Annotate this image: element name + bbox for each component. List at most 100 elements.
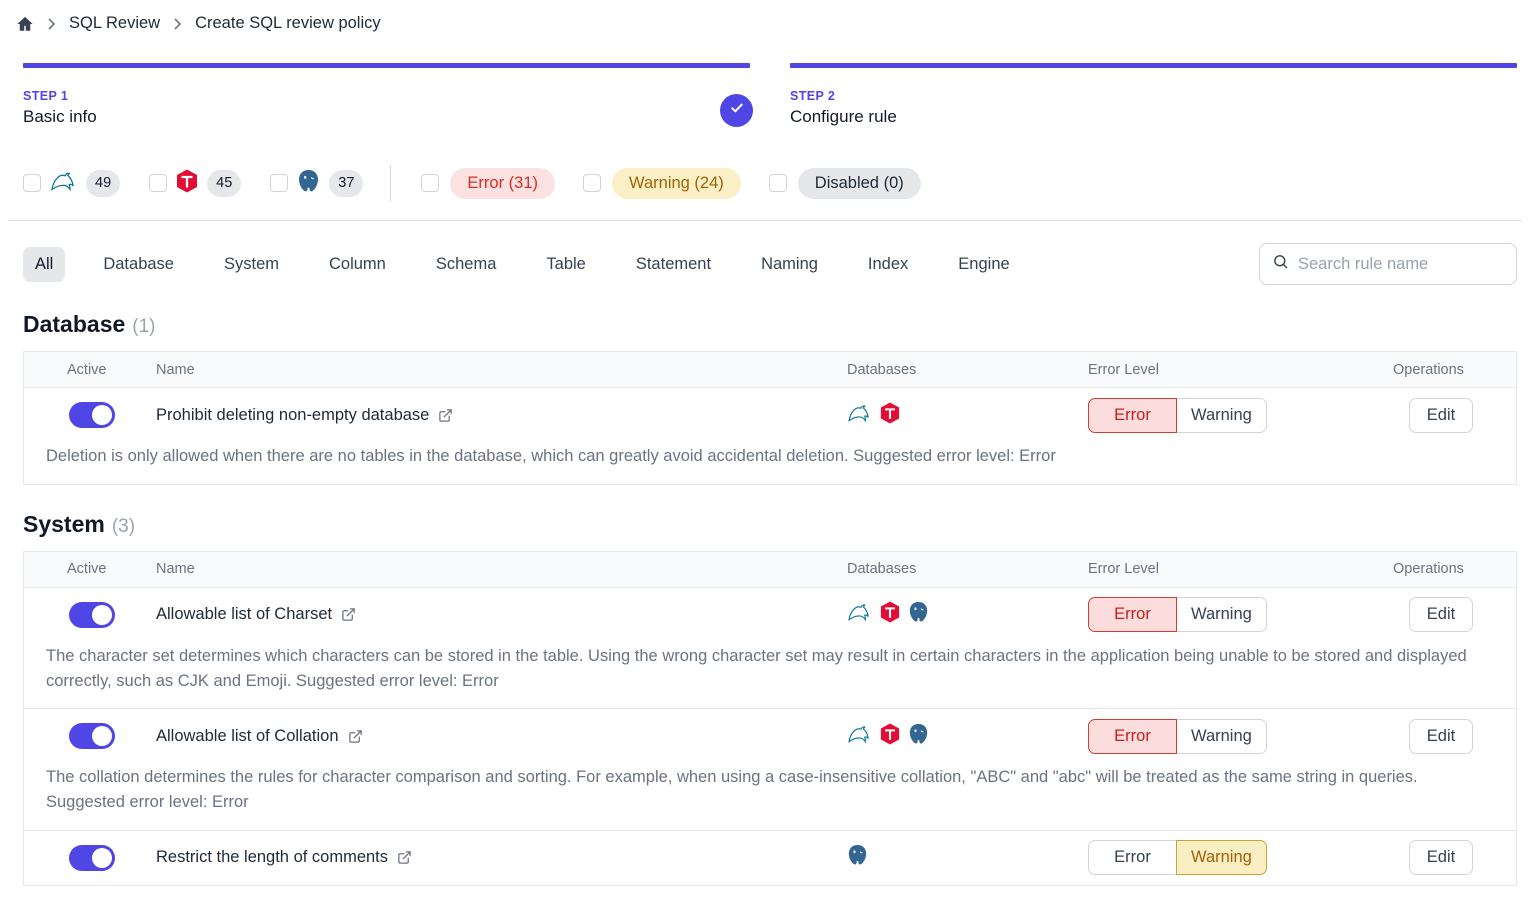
- filter-warning-level: Warning (24): [583, 168, 741, 199]
- warning-filter-pill[interactable]: Warning (24): [612, 168, 741, 199]
- tidb-icon: [880, 601, 900, 628]
- warning-level-button[interactable]: Warning: [1176, 719, 1267, 754]
- edit-button[interactable]: Edit: [1409, 597, 1473, 632]
- external-link-icon[interactable]: [397, 850, 412, 865]
- edit-button[interactable]: Edit: [1409, 840, 1473, 875]
- tab-all[interactable]: All: [23, 247, 65, 282]
- tab-statement[interactable]: Statement: [624, 247, 723, 282]
- error-level-button[interactable]: Error: [1088, 597, 1177, 632]
- disabled-filter-pill[interactable]: Disabled (0): [798, 168, 921, 199]
- step-1: STEP 1 Basic info: [23, 63, 750, 127]
- step-1-label: STEP 1: [23, 89, 750, 103]
- tab-engine[interactable]: Engine: [946, 247, 1021, 282]
- error-level-button[interactable]: Error: [1088, 840, 1177, 875]
- rule-description: The collation determines the rules for c…: [24, 763, 1516, 830]
- rule-active-toggle[interactable]: [69, 723, 115, 749]
- error-level-button[interactable]: Error: [1088, 398, 1177, 433]
- tab-system[interactable]: System: [212, 247, 291, 282]
- filter-divider: [390, 165, 391, 201]
- tab-column[interactable]: Column: [317, 247, 398, 282]
- rule-group: Allowable list of Collation Error Warnin: [24, 709, 1516, 831]
- edit-button[interactable]: Edit: [1409, 719, 1473, 754]
- warning-level-button[interactable]: Warning: [1176, 840, 1267, 875]
- error-filter-checkbox[interactable]: [421, 174, 439, 192]
- error-level-toggle: Error Warning: [1088, 398, 1370, 433]
- rule-description: Deletion is only allowed when there are …: [24, 442, 1516, 484]
- tidb-checkbox[interactable]: [149, 174, 167, 192]
- postgresql-icon: [847, 844, 868, 871]
- search-rule-box[interactable]: [1259, 243, 1517, 285]
- filter-tidb: 45: [149, 169, 241, 198]
- column-header-active: Active: [24, 362, 156, 378]
- error-filter-pill[interactable]: Error (31): [450, 168, 555, 199]
- breadcrumb-sql-review[interactable]: SQL Review: [69, 14, 160, 33]
- tab-schema[interactable]: Schema: [424, 247, 509, 282]
- postgresql-icon: [297, 169, 320, 198]
- rule-group: Restrict the length of comments Error Wa…: [24, 831, 1516, 885]
- tab-table[interactable]: Table: [534, 247, 597, 282]
- breadcrumb: SQL Review Create SQL review policy: [0, 0, 1530, 33]
- external-link-icon[interactable]: [438, 408, 453, 423]
- table-header: Active Name Databases Error Level Operat…: [24, 552, 1516, 588]
- column-header-operations: Operations: [1370, 362, 1516, 378]
- external-link-icon[interactable]: [341, 607, 356, 622]
- warning-filter-checkbox[interactable]: [583, 174, 601, 192]
- rule-active-toggle[interactable]: [69, 402, 115, 428]
- mysql-icon: [847, 403, 872, 428]
- filter-disabled-level: Disabled (0): [769, 168, 921, 199]
- step-2-progress-bar: [790, 63, 1517, 68]
- rule-group: Allowable list of Charset Error Warning: [24, 588, 1516, 710]
- column-header-error-level: Error Level: [1088, 561, 1370, 577]
- chevron-right-icon: [173, 17, 182, 31]
- filter-postgresql: 37: [270, 169, 363, 198]
- mysql-checkbox[interactable]: [23, 174, 41, 192]
- home-icon[interactable]: [16, 15, 34, 33]
- step-2-label: STEP 2: [790, 89, 1517, 103]
- step-indicator: STEP 1 Basic info STEP 2 Configure rule: [23, 63, 1517, 127]
- error-level-button[interactable]: Error: [1088, 719, 1177, 754]
- table-row: Prohibit deleting non-empty database Err…: [24, 388, 1516, 442]
- database-rules-table: Active Name Databases Error Level Operat…: [23, 351, 1517, 485]
- error-level-toggle: Error Warning: [1088, 840, 1370, 875]
- external-link-icon[interactable]: [348, 729, 363, 744]
- warning-level-button[interactable]: Warning: [1176, 597, 1267, 632]
- table-header: Active Name Databases Error Level Operat…: [24, 352, 1516, 388]
- chevron-right-icon: [47, 17, 56, 31]
- mysql-icon: [50, 170, 77, 197]
- rule-name: Prohibit deleting non-empty database: [156, 406, 429, 425]
- edit-button[interactable]: Edit: [1409, 398, 1473, 433]
- mysql-icon: [847, 724, 872, 749]
- section-title-text: System: [23, 511, 105, 537]
- table-row: Restrict the length of comments Error Wa…: [24, 831, 1516, 885]
- column-header-name: Name: [156, 362, 847, 378]
- tab-index[interactable]: Index: [856, 247, 920, 282]
- check-icon: [729, 100, 745, 121]
- rule-name: Allowable list of Charset: [156, 605, 332, 624]
- rule-active-toggle[interactable]: [69, 602, 115, 628]
- postgresql-icon: [908, 723, 929, 750]
- tidb-count-badge: 45: [207, 170, 241, 197]
- section-divider: [8, 220, 1522, 221]
- tab-naming[interactable]: Naming: [749, 247, 830, 282]
- postgresql-count-badge: 37: [329, 170, 363, 197]
- rule-active-toggle[interactable]: [69, 845, 115, 871]
- column-header-error-level: Error Level: [1088, 362, 1370, 378]
- column-header-databases: Databases: [847, 561, 1088, 577]
- section-title-database: Database(1): [23, 311, 1517, 338]
- postgresql-icon: [908, 601, 929, 628]
- rule-group: Prohibit deleting non-empty database Err…: [24, 388, 1516, 484]
- section-count: (1): [132, 316, 155, 337]
- postgresql-checkbox[interactable]: [270, 174, 288, 192]
- rule-name: Restrict the length of comments: [156, 848, 388, 867]
- disabled-filter-checkbox[interactable]: [769, 174, 787, 192]
- error-level-toggle: Error Warning: [1088, 597, 1370, 632]
- step-1-progress-bar: [23, 63, 750, 68]
- filter-mysql: 49: [23, 170, 120, 197]
- tab-database[interactable]: Database: [91, 247, 186, 282]
- mysql-count-badge: 49: [86, 170, 120, 197]
- rule-name: Allowable list of Collation: [156, 727, 339, 746]
- warning-level-button[interactable]: Warning: [1176, 398, 1267, 433]
- category-tabs: All Database System Column Schema Table …: [23, 243, 1517, 285]
- search-input[interactable]: [1298, 255, 1504, 274]
- section-count: (3): [112, 516, 135, 537]
